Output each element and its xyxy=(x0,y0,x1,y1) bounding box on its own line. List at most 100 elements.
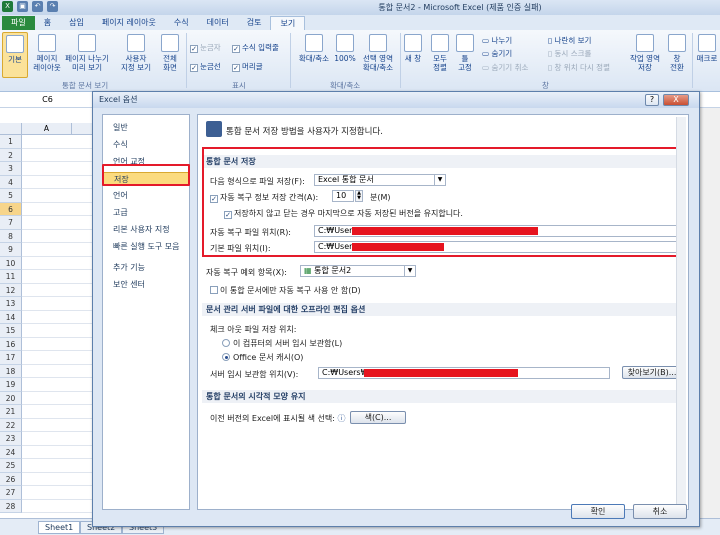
tab-home[interactable]: 홈 xyxy=(35,16,60,30)
row-header[interactable]: 23 xyxy=(0,432,22,446)
help-button[interactable]: ? xyxy=(645,94,659,106)
view-side-by-side-button[interactable]: ▯ 나란히 보기 xyxy=(548,35,591,46)
row-header[interactable]: 28 xyxy=(0,499,22,513)
full-screen-button[interactable]: 전체 화면 xyxy=(156,34,184,72)
section-header-offline-editing: 문서 관리 서버 파일에 대한 오프라인 편집 옵션 xyxy=(202,303,684,316)
normal-view-button[interactable]: 기본 xyxy=(2,32,28,78)
save-workspace-button[interactable]: 작업 영역 저장 xyxy=(626,34,664,72)
freeze-panes-button[interactable]: 틀 고정 xyxy=(455,34,475,72)
row-header[interactable]: 7 xyxy=(0,216,22,230)
save-icon[interactable]: ▣ xyxy=(17,1,28,12)
normal-view-icon xyxy=(6,35,24,53)
tab-insert[interactable]: 삽입 xyxy=(60,16,93,30)
zoom-100-button[interactable]: 100% xyxy=(334,34,356,63)
formula-bar-checkbox[interactable]: ✓ 수식 입력줄 xyxy=(232,42,279,53)
column-header-b[interactable] xyxy=(72,123,94,135)
cancel-button[interactable]: 취소 xyxy=(633,504,687,519)
row-header[interactable]: 18 xyxy=(0,364,22,378)
nav-item-customize-ribbon[interactable]: 리본 사용자 지정 xyxy=(103,223,189,237)
radio-office-cache[interactable]: Office 문서 캐시(O) xyxy=(222,352,303,363)
sheet-tab-sheet1[interactable]: Sheet1 xyxy=(38,521,81,534)
row-header[interactable]: 1 xyxy=(0,135,22,149)
row-header[interactable]: 25 xyxy=(0,459,22,473)
split-button[interactable]: ▭ 나누기 xyxy=(482,35,512,46)
nav-item-quick-access-toolbar[interactable]: 빠른 실행 도구 모음 xyxy=(103,240,189,254)
row-header[interactable]: 3 xyxy=(0,162,22,176)
autorecover-exceptions-select[interactable]: ▦ 통합 문서2 ▼ xyxy=(300,265,416,277)
row-header[interactable]: 16 xyxy=(0,337,22,351)
custom-views-button[interactable]: 사용자 지정 보기 xyxy=(118,34,154,72)
undo-icon[interactable]: ↶ xyxy=(32,1,43,12)
tab-review[interactable]: 검토 xyxy=(238,16,271,30)
grid-line xyxy=(22,242,94,243)
nav-item-language[interactable]: 언어 xyxy=(103,189,189,203)
name-box[interactable]: C6 xyxy=(0,93,96,107)
colors-button[interactable]: 색(C)... xyxy=(350,411,406,424)
new-window-button[interactable]: 새 창 xyxy=(402,34,424,63)
dialog-title-bar: Excel 옵션 xyxy=(93,92,699,108)
reset-window-position-button[interactable]: ▯ 창 위치 다시 정렬 xyxy=(548,62,610,73)
synchronous-scrolling-button[interactable]: ▯ 동시 스크롤 xyxy=(548,48,591,59)
grid-line xyxy=(22,498,94,500)
close-button[interactable]: X xyxy=(663,94,689,106)
tab-file[interactable]: 파일 xyxy=(2,16,35,30)
row-header[interactable]: 20 xyxy=(0,391,22,405)
page-layout-view-button[interactable]: 페이지 레이아웃 xyxy=(30,34,64,72)
worksheet-grid[interactable]: A 1 2 3 4 5 6 7 8 9 10 11 12 13 14 15 16 17 18 19 20 21 22 23 2… xyxy=(0,108,94,518)
row-header[interactable]: 10 xyxy=(0,256,22,270)
row-header[interactable]: 19 xyxy=(0,378,22,392)
zoom-button[interactable]: 확대/축소 xyxy=(294,34,334,63)
nav-item-trust-center[interactable]: 보안 센터 xyxy=(103,278,189,292)
gridlines-check-icon: ✓ xyxy=(190,64,198,72)
row-header[interactable]: 21 xyxy=(0,405,22,419)
row-header[interactable]: 8 xyxy=(0,229,22,243)
disable-autorecover-checkbox[interactable]: 이 통합 문서에만 자동 복구 사용 안 함(D) xyxy=(210,285,361,296)
tab-page-layout[interactable]: 페이지 레이아웃 xyxy=(93,16,165,30)
ruler-checkbox[interactable]: ✓ 눈금자 xyxy=(190,42,221,53)
vertical-scrollbar[interactable] xyxy=(676,117,686,507)
ok-button[interactable]: 확인 xyxy=(571,504,625,519)
row-header[interactable]: 4 xyxy=(0,175,22,189)
grid-line xyxy=(22,512,94,513)
tab-data[interactable]: 데이터 xyxy=(198,16,238,30)
row-header[interactable]: 14 xyxy=(0,310,22,324)
page-break-preview-button[interactable]: 페이지 나누기 미리 보기 xyxy=(64,34,110,72)
row-header[interactable]: 15 xyxy=(0,324,22,338)
hide-button[interactable]: ▭ 숨기기 xyxy=(482,48,512,59)
nav-item-advanced[interactable]: 고급 xyxy=(103,206,189,220)
grid-line xyxy=(22,255,94,257)
gridlines-checkbox[interactable]: ✓ 눈금선 xyxy=(190,61,221,72)
grid-line xyxy=(22,201,94,203)
grid-line xyxy=(22,228,94,230)
row-header[interactable]: 6 xyxy=(0,202,22,216)
zoom-selection-button[interactable]: 선택 영역 확대/축소 xyxy=(358,34,398,72)
row-header[interactable]: 12 xyxy=(0,283,22,297)
save-section-highlight xyxy=(202,147,686,257)
nav-item-general[interactable]: 일반 xyxy=(103,121,189,135)
row-header[interactable]: 22 xyxy=(0,418,22,432)
tab-view[interactable]: 보기 xyxy=(270,16,306,30)
unhide-button[interactable]: ▭ 숨기기 취소 xyxy=(482,62,528,73)
row-header[interactable]: 17 xyxy=(0,351,22,365)
row-header[interactable]: 2 xyxy=(0,148,22,162)
row-header[interactable]: 5 xyxy=(0,189,22,203)
arrange-all-button[interactable]: 모두 정렬 xyxy=(428,34,452,72)
switch-windows-button[interactable]: 창 전환 xyxy=(666,34,688,72)
row-header[interactable]: 24 xyxy=(0,445,22,459)
excel-options-dialog: Excel 옵션 ? X 일반 수식 언어 교정 저장 언어 고급 리본 사용자… xyxy=(92,91,700,527)
row-header[interactable]: 27 xyxy=(0,486,22,500)
headings-checkbox[interactable]: ✓ 머리글 xyxy=(232,61,263,72)
row-header[interactable]: 26 xyxy=(0,472,22,486)
row-header[interactable]: 9 xyxy=(0,243,22,257)
nav-item-formulas[interactable]: 수식 xyxy=(103,138,189,152)
select-all-corner[interactable] xyxy=(0,123,22,135)
row-header[interactable]: 11 xyxy=(0,270,22,284)
tab-formulas[interactable]: 수식 xyxy=(165,16,198,30)
macros-button[interactable]: 매크로 xyxy=(694,34,720,63)
browse-button[interactable]: 찾아보기(B)... xyxy=(622,366,682,379)
radio-server-drafts[interactable]: 이 컴퓨터의 서버 임시 보관함(L) xyxy=(222,338,342,349)
row-header[interactable]: 13 xyxy=(0,297,22,311)
column-header-a[interactable]: A xyxy=(22,123,72,135)
nav-item-add-ins[interactable]: 추가 기능 xyxy=(103,261,189,275)
redo-icon[interactable]: ↷ xyxy=(47,1,58,12)
